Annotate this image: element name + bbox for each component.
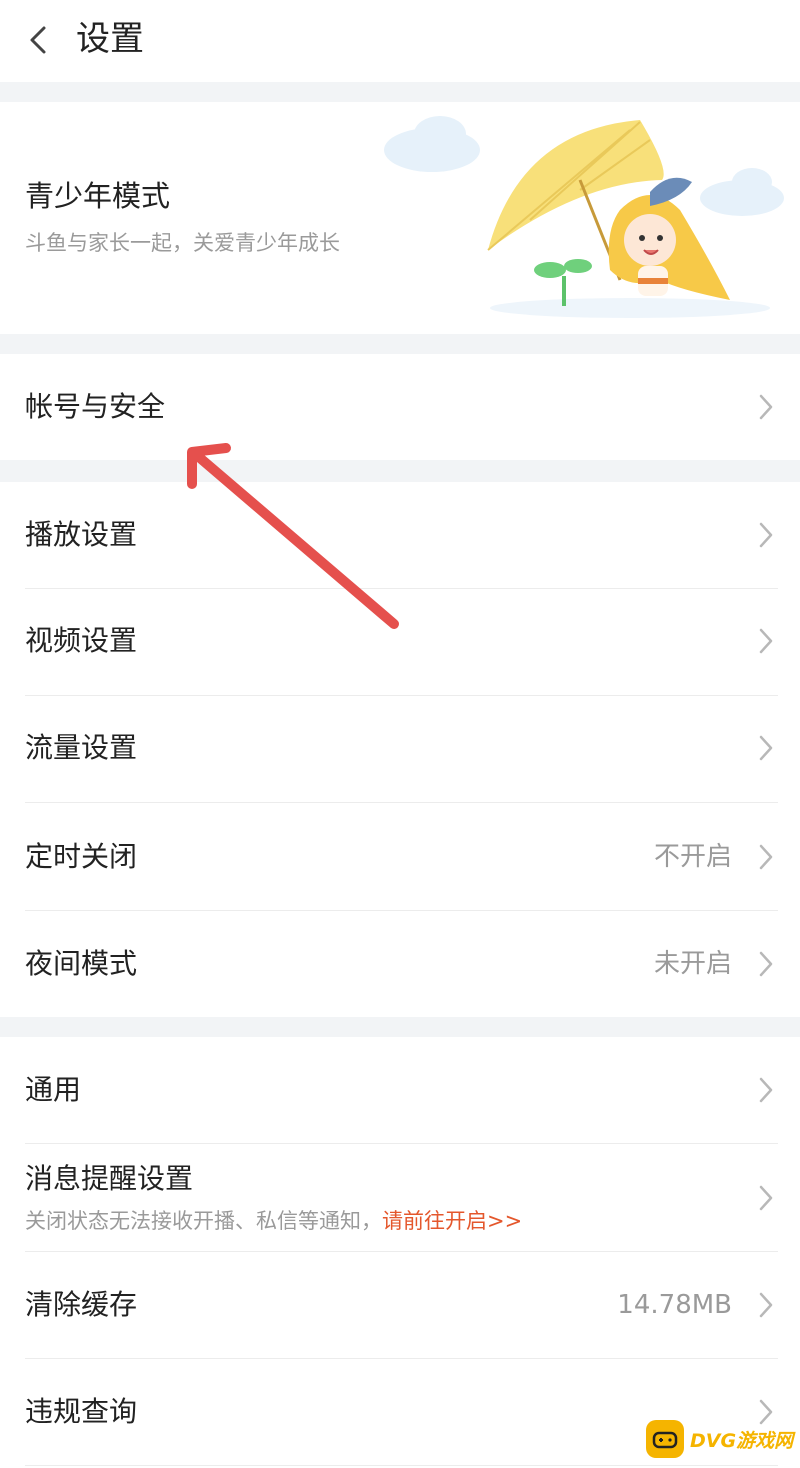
chevron-right-icon (759, 1185, 773, 1211)
settings-row-account-security[interactable]: 帐号与安全 (0, 354, 800, 460)
row-label: 违规查询 (25, 1395, 138, 1428)
settings-row-general[interactable]: 通用 (0, 1037, 800, 1143)
character-eye-right (657, 235, 663, 241)
row-label: 播放设置 (25, 518, 138, 551)
chevron-right-icon (759, 628, 773, 654)
page-title: 设置 (76, 19, 144, 59)
row-label: 视频设置 (25, 624, 138, 657)
watermark: DVG游戏网 (646, 1412, 796, 1466)
youth-mode-title: 青少年模式 (25, 179, 171, 213)
header-bar: 设置 (0, 0, 800, 82)
back-button[interactable] (14, 16, 62, 64)
row-label: 通用 (25, 1073, 82, 1106)
settings-row-traffic[interactable]: 流量设置 (0, 696, 800, 802)
settings-row-timer-off[interactable]: 定时关闭 不开启 (0, 803, 800, 910)
section-gap (0, 82, 800, 102)
settings-row-message-reminder[interactable]: 消息提醒设置 关闭状态无法接收开播、私信等通知，请前往开启>> (0, 1144, 800, 1251)
youth-mode-subtitle: 斗鱼与家长一起，关爱青少年成长 (25, 231, 340, 255)
section-gap (0, 1017, 800, 1037)
chevron-right-icon (759, 844, 773, 870)
row-label: 定时关闭 (25, 840, 138, 873)
chevron-right-icon (759, 394, 773, 420)
cloud-right-top (732, 168, 772, 196)
row-value: 14.78MB (617, 1290, 732, 1320)
row-label: 清除缓存 (25, 1288, 138, 1321)
youth-mode-illustration (384, 116, 784, 318)
character-eye-left (639, 235, 645, 241)
sprout-leaf-left (534, 262, 566, 278)
section-gap (0, 334, 800, 354)
character-face (624, 214, 676, 266)
chevron-right-icon (759, 522, 773, 548)
chevron-right-icon (759, 1292, 773, 1318)
cloud-left-top (414, 116, 466, 152)
row-subtitle: 关闭状态无法接收开播、私信等通知，请前往开启>> (25, 1206, 522, 1236)
gamepad-logo-icon (646, 1420, 684, 1458)
settings-row-video[interactable]: 视频设置 (0, 589, 800, 695)
sprout-leaf-right (564, 259, 592, 273)
enable-notifications-link[interactable]: 请前往开启>> (382, 1209, 522, 1233)
row-label: 消息提醒设置 (25, 1162, 194, 1195)
chevron-right-icon (759, 1077, 773, 1103)
settings-row-playback[interactable]: 播放设置 (0, 482, 800, 588)
section-gap (0, 460, 800, 482)
row-value: 不开启 (653, 842, 732, 872)
row-value: 未开启 (653, 949, 732, 979)
settings-row-night-mode[interactable]: 夜间模式 未开启 (0, 911, 800, 1017)
character-belt (638, 278, 668, 284)
chevron-right-icon (759, 951, 773, 977)
row-label: 帐号与安全 (25, 390, 166, 423)
row-label: 流量设置 (25, 731, 138, 764)
settings-row-clear-cache[interactable]: 清除缓存 14.78MB (0, 1252, 800, 1358)
chevron-left-icon (30, 26, 46, 54)
chevron-right-icon (759, 735, 773, 761)
ground-shadow (490, 298, 770, 318)
watermark-text: DVG游戏网 (690, 1429, 794, 1452)
row-label: 夜间模式 (25, 947, 138, 980)
message-notice-text: 关闭状态无法接收开播、私信等通知， (25, 1209, 382, 1233)
character-hat (650, 177, 692, 206)
